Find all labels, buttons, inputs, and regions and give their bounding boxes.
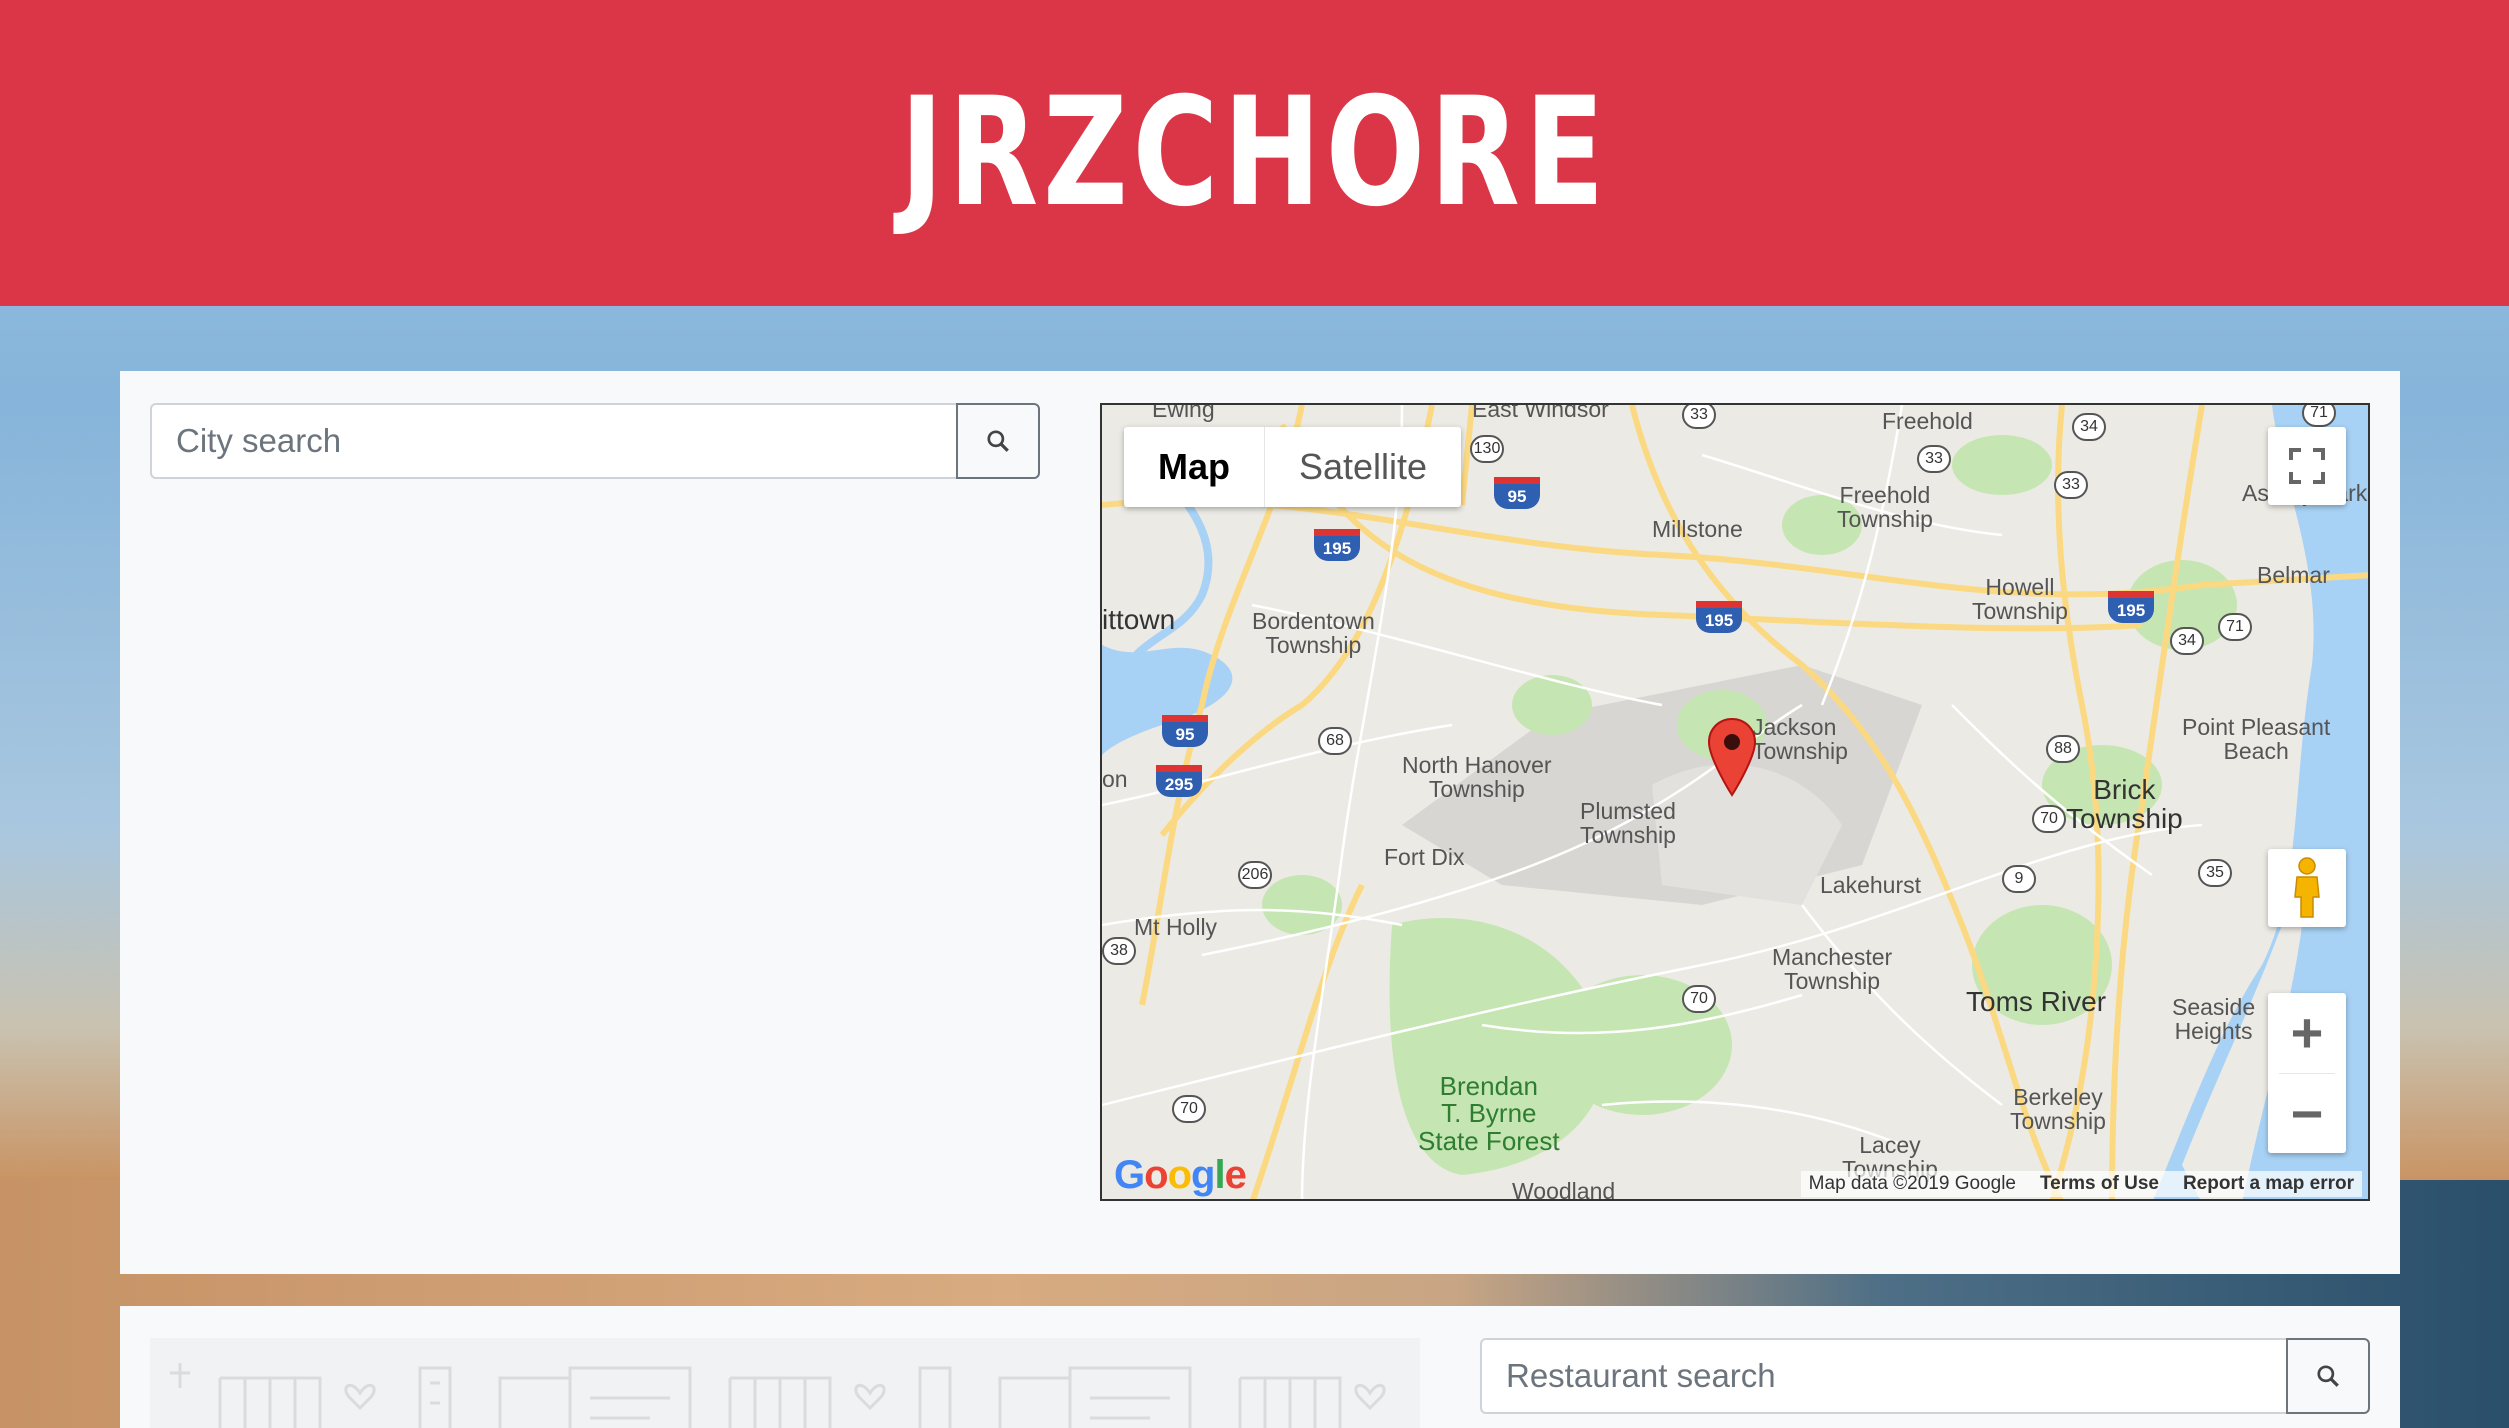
map-label: Howell Township [1972,574,2068,625]
route-shield: 70 [2032,805,2066,833]
interstate-shield: 195 [1314,529,1360,561]
map-label: Mt Holly [1134,914,1218,940]
interstate-shield: 95 [1494,477,1540,509]
map-type-control: Map Satellite [1124,427,1462,507]
map-label: Woodland [1512,1178,1616,1201]
route-shield: 33 [1682,405,1716,429]
interstate-shield: 195 [2108,591,2154,623]
route-shield: 70 [1172,1095,1206,1123]
map-label: Toms River [1966,986,2107,1017]
search-icon [2317,1365,2339,1387]
restaurant-search-input[interactable] [1480,1338,2286,1414]
restaurant-pattern-banner [150,1338,1420,1428]
city-search-group [150,403,1040,479]
restaurant-search-button[interactable] [2286,1338,2370,1414]
map-type-satellite-button[interactable]: Satellite [1265,427,1461,507]
map-label: Lakehurst [1820,872,1922,898]
city-search-button[interactable] [956,403,1040,479]
fullscreen-button[interactable] [2268,427,2346,505]
map-type-map-button[interactable]: Map [1124,427,1265,507]
zoom-out-button[interactable]: − [2268,1074,2346,1154]
map-label: Bordentown Township [1252,608,1375,659]
google-logo: Google [1114,1153,1247,1197]
route-shield: 35 [2198,859,2232,887]
map-label: Jackson Township [1752,714,1848,765]
terms-of-use-link[interactable]: Terms of Use [2040,1173,2159,1195]
map-label: on [1102,766,1128,792]
map-label: Manchester Township [1772,944,1893,995]
route-shield: 71 [2218,613,2252,641]
city-search-input[interactable] [150,403,956,479]
route-shield: 70 [1682,985,1716,1013]
map-label: Freehold [1882,408,1973,434]
zoom-in-button[interactable]: + [2268,993,2346,1073]
map-label: Freehold Township [1837,482,1933,533]
route-shield: 71 [2302,405,2336,427]
restaurant-search-group [1480,1338,2370,1414]
route-shield: 68 [1318,727,1352,755]
map-label: Brendan T. Byrne State Forest [1418,1071,1560,1156]
map-label: Plumsted Township [1580,798,1676,849]
route-shield: 130 [1470,435,1504,463]
map-label: Brick Township [2066,774,2183,835]
interstate-shield: 95 [1162,715,1208,747]
interstate-shield: 295 [1156,765,1202,797]
route-shield: 34 [2170,627,2204,655]
fullscreen-icon [2289,448,2325,484]
site-header: JRZCHORE [0,0,2509,306]
search-icon [987,430,1009,452]
map-label: Seaside Heights [2172,994,2256,1045]
street-view-pegman-button[interactable] [2268,849,2346,927]
route-shield: 88 [2046,735,2080,763]
map-attribution: Map data ©2019 Google Terms of Use Repor… [1800,1171,2362,1197]
map-label: ittown [1102,604,1176,635]
map-data-credit: Map data ©2019 Google [1808,1173,2016,1194]
route-shield: 33 [1917,445,1951,473]
map-label: Belmar [2257,562,2330,588]
map-widget[interactable]: Ewing East Windsor Freehold Freehold Tow… [1100,403,2370,1201]
map-label: Ewing [1152,403,1215,422]
report-map-error-link[interactable]: Report a map error [2183,1173,2354,1195]
pegman-icon [2294,857,2320,918]
zoom-control: + − [2268,993,2346,1153]
route-shield: 9 [2002,865,2036,893]
map-label: East Windsor [1472,403,1609,422]
site-title: JRZCHORE [899,66,1610,240]
route-shield: 206 [1238,861,1272,889]
map-label: Millstone [1652,516,1743,542]
route-shield: 38 [1102,937,1136,965]
map-label: Fort Dix [1384,844,1465,870]
map-label: North Hanover Township [1402,752,1552,803]
interstate-shield: 195 [1696,601,1742,633]
map-label: Point Pleasant Beach [2182,714,2331,765]
map-label: Berkeley Township [2010,1084,2106,1135]
route-shield: 33 [2054,471,2088,499]
route-shield: 34 [2072,413,2106,441]
map-marker-icon[interactable] [1707,717,1757,797]
